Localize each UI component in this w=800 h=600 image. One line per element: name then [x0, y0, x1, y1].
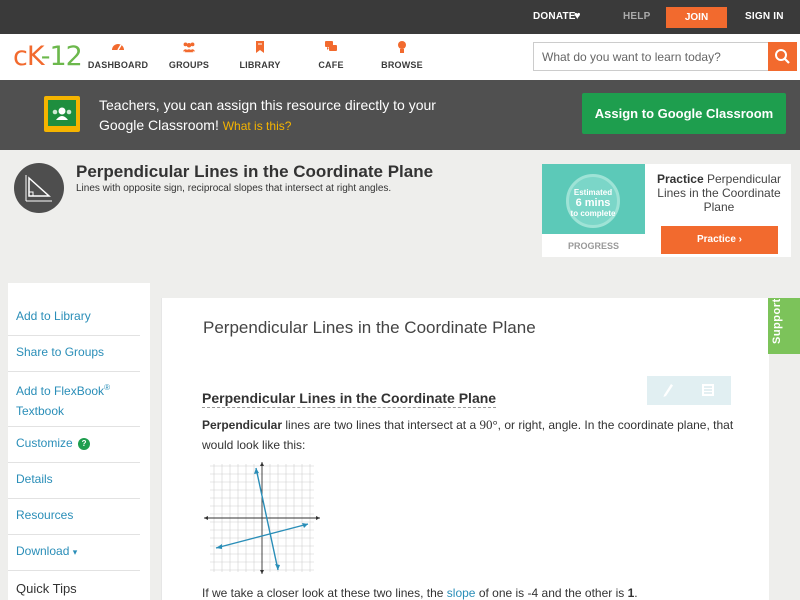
logo-12: -12 — [40, 41, 83, 72]
perpendicular-lines-graph — [204, 462, 320, 574]
donate-link[interactable]: DONATE — [533, 11, 576, 22]
heart-icon: ♥ — [574, 10, 581, 22]
sidebar: Add to Library Share to Groups Add to Fl… — [8, 283, 150, 600]
estimate-circle: Estimated 6 mins to complete — [566, 174, 620, 228]
ck12-logo[interactable]: cK-12 — [13, 41, 83, 72]
practice-title-bold: Practice — [656, 172, 704, 186]
nav-dashboard[interactable]: DASHBOARD — [78, 40, 158, 70]
customize-link[interactable]: Customize ? — [16, 433, 91, 453]
chevron-down-icon: ▾ — [72, 547, 78, 557]
download-link[interactable]: Download ▾ — [16, 541, 77, 562]
math-90-degrees: 90° — [479, 417, 498, 432]
share-to-groups-link[interactable]: Share to Groups — [16, 342, 104, 362]
nav-label: CAFE — [318, 60, 344, 70]
divider — [8, 534, 140, 535]
support-label: Support — [771, 298, 783, 344]
page-title: Perpendicular Lines in the Coordinate Pl… — [76, 162, 434, 181]
notes-icon[interactable] — [701, 383, 715, 397]
what-is-this-link[interactable]: What is this? — [223, 119, 292, 133]
flexbook-label-2: Textbook — [16, 404, 65, 418]
groups-icon — [182, 42, 196, 53]
browse-icon — [398, 41, 406, 53]
customize-label: Customize — [16, 436, 73, 450]
assign-to-google-classroom-button[interactable]: Assign to Google Classroom — [582, 93, 786, 134]
dashboard-icon — [112, 44, 124, 51]
nav-groups[interactable]: GROUPS — [149, 40, 229, 70]
help-link[interactable]: HELP — [623, 11, 650, 22]
content-tools — [647, 376, 731, 405]
nav-cafe[interactable]: CAFE — [291, 40, 371, 70]
nav-label: BROWSE — [381, 60, 423, 70]
search-box — [533, 42, 797, 71]
concept-icon — [14, 163, 64, 213]
google-classroom-icon — [44, 96, 80, 132]
term-perpendicular: Perpendicular — [202, 418, 283, 432]
quick-tips-heading[interactable]: Quick Tips — [16, 581, 77, 596]
logo-c: c — [13, 41, 28, 72]
join-button[interactable]: JOIN — [666, 7, 727, 28]
practice-image: Estimated 6 mins to complete — [542, 164, 645, 234]
divider — [8, 335, 140, 336]
nav-label: LIBRARY — [239, 60, 281, 70]
divider — [8, 570, 140, 571]
help-icon[interactable]: ? — [78, 437, 91, 450]
progress-label: PROGRESS — [567, 241, 619, 251]
practice-button[interactable]: Practice › — [661, 226, 778, 254]
search-button[interactable] — [768, 42, 797, 71]
add-to-library-link[interactable]: Add to Library — [16, 306, 91, 326]
paragraph-text: lines are two lines that intersect at a — [282, 418, 480, 432]
estimate-mins: 6 mins — [575, 197, 611, 209]
practice-title: Practice Perpendicular Lines in the Coor… — [653, 172, 785, 214]
cafe-icon — [325, 41, 337, 51]
nav-library[interactable]: LIBRARY — [220, 40, 300, 70]
main-content: Perpendicular Lines in the Coordinate Pl… — [161, 298, 769, 600]
paragraph: Perpendicular lines are two lines that i… — [202, 415, 742, 455]
search-input[interactable] — [534, 43, 770, 70]
paragraph-text: of one is -4 and the other is — [475, 586, 628, 600]
divider — [8, 371, 140, 372]
resources-link[interactable]: Resources — [16, 505, 73, 525]
details-link[interactable]: Details — [16, 469, 53, 489]
sign-in-link[interactable]: SIGN IN — [745, 11, 784, 22]
top-utility-bar: DONATE ♥ HELP JOIN SIGN IN — [0, 0, 800, 34]
slope-link[interactable]: slope — [447, 586, 476, 600]
support-tab[interactable]: Support — [768, 298, 800, 354]
banner-text: Teachers, you can assign this resource d… — [99, 95, 459, 136]
section-title: Perpendicular Lines in the Coordinate Pl… — [202, 390, 497, 408]
search-icon — [775, 49, 790, 64]
pencil-icon[interactable] — [661, 382, 675, 398]
paragraph-2: If we take a closer look at these two li… — [202, 586, 742, 600]
estimate-to-complete: to complete — [570, 209, 616, 218]
nav-label: DASHBOARD — [87, 60, 149, 70]
estimate-text: Estimated 6 mins to complete — [569, 188, 617, 219]
flexbook-registered: ® — [104, 383, 110, 392]
divider — [8, 426, 140, 427]
estimate-label: Estimated — [573, 188, 613, 197]
practice-button-label: Practice — [696, 234, 736, 245]
content-title: Perpendicular Lines in the Coordinate Pl… — [203, 318, 536, 337]
page-subtitle: Lines with opposite sign, reciprocal slo… — [76, 183, 392, 194]
practice-card: Estimated 6 mins to complete PROGRESS Pr… — [542, 164, 791, 257]
logo-k: K — [26, 41, 42, 72]
add-to-flexbook-link[interactable]: Add to FlexBook® Textbook — [16, 378, 110, 421]
divider — [8, 462, 140, 463]
download-label: Download — [16, 544, 70, 558]
paragraph-text: If we take a closer look at these two li… — [202, 586, 447, 600]
paragraph-text: . — [634, 586, 638, 600]
divider — [8, 498, 140, 499]
nav-label: GROUPS — [168, 60, 210, 70]
practice-progress: Estimated 6 mins to complete PROGRESS — [542, 164, 645, 257]
nav-browse[interactable]: BROWSE — [362, 40, 442, 70]
library-icon — [256, 41, 264, 53]
chevron-right-icon: › — [738, 234, 743, 245]
flexbook-label: Add to FlexBook — [16, 384, 105, 398]
